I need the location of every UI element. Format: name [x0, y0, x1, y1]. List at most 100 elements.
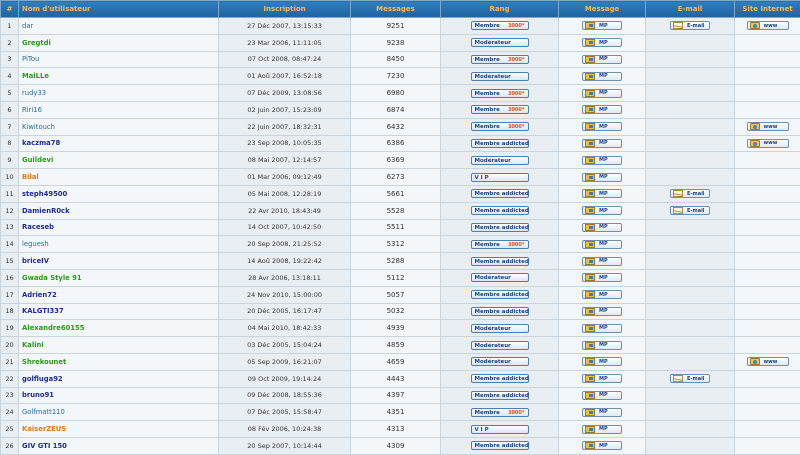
username-link[interactable]: Gregtdi — [18, 33, 219, 52]
send-pm-button[interactable]: MP — [582, 407, 622, 417]
username-link[interactable]: kaczma78 — [18, 134, 219, 153]
username-link[interactable]: Raceseb — [18, 218, 219, 237]
username-text[interactable]: rudy33 — [22, 89, 46, 97]
send-pm-button[interactable]: MP — [582, 390, 622, 400]
send-pm-button[interactable]: MP — [582, 189, 622, 199]
username-link[interactable]: GIV GTI 150 — [18, 436, 219, 455]
username-link[interactable]: KaiserZEUS — [18, 420, 219, 438]
username-text[interactable]: Raceseb — [22, 223, 54, 231]
username-link[interactable]: Bilal — [18, 168, 219, 186]
username-link[interactable]: PiTou — [18, 50, 219, 69]
username-text[interactable]: steph49500 — [22, 190, 67, 198]
row-number: 9 — [0, 151, 19, 170]
username-text[interactable]: Kiwitouch — [22, 123, 55, 131]
col-header-joined[interactable]: Inscription — [218, 0, 351, 18]
col-header-rank[interactable]: Rang — [440, 0, 559, 18]
website-button[interactable]: www — [746, 357, 789, 367]
username-link[interactable]: Alexandre60155 — [18, 319, 219, 338]
username-link[interactable]: Shrekounet — [18, 352, 219, 371]
username-link[interactable]: steph49500 — [18, 184, 219, 203]
send-pm-button[interactable]: MP — [582, 21, 622, 31]
username-text[interactable]: Bilal — [22, 173, 39, 181]
username-link[interactable]: Kiwitouch — [18, 117, 219, 136]
pm-icon — [585, 291, 595, 299]
send-pm-button[interactable]: MP — [582, 323, 622, 333]
send-pm-button[interactable]: MP — [582, 222, 622, 232]
email-button[interactable]: E-mail — [670, 206, 710, 216]
username-text[interactable]: GIV GTI 150 — [22, 442, 67, 450]
email-button[interactable]: E-mail — [670, 189, 710, 199]
website-button[interactable]: www — [746, 21, 789, 31]
username-text[interactable]: briceIV — [22, 257, 49, 265]
send-pm-button[interactable]: MP — [582, 239, 622, 249]
username-link[interactable]: bruno91 — [18, 386, 219, 405]
username-text[interactable]: Golfmatt110 — [22, 408, 65, 416]
send-pm-button[interactable]: MP — [582, 88, 622, 98]
send-pm-button[interactable]: MP — [582, 71, 622, 81]
send-pm-button[interactable]: MP — [582, 38, 622, 48]
username-text[interactable]: dar — [22, 22, 33, 30]
website-button[interactable]: www — [746, 122, 789, 132]
rank-cell: Modérateur — [440, 268, 559, 287]
post-count: 6432 — [350, 117, 441, 136]
send-pm-button[interactable]: MP — [582, 306, 622, 316]
username-link[interactable]: golfluga92 — [18, 369, 219, 388]
col-header-website[interactable]: Site Internet — [734, 0, 800, 18]
username-link[interactable]: leguesh — [18, 235, 219, 254]
username-text[interactable]: leguesh — [22, 240, 49, 248]
username-text[interactable]: golfluga92 — [22, 375, 63, 383]
send-pm-button[interactable]: MP — [582, 441, 622, 451]
pm-cell: MP — [558, 134, 646, 153]
username-link[interactable]: Gwada Style 91 — [18, 268, 219, 287]
rank-badge: Membre 3000* — [470, 407, 529, 417]
col-header-posts[interactable]: Messages — [350, 0, 441, 18]
send-pm-button[interactable]: MP — [582, 374, 622, 384]
col-header-num[interactable]: # — [0, 0, 19, 18]
email-button[interactable]: E-mail — [670, 374, 710, 384]
send-pm-button[interactable]: MP — [582, 105, 622, 115]
username-link[interactable]: DamienR0ck — [18, 201, 219, 220]
send-pm-button[interactable]: MP — [582, 206, 622, 216]
username-link[interactable]: Riri16 — [18, 100, 219, 119]
send-pm-button[interactable]: MP — [582, 290, 622, 300]
email-button[interactable]: E-mail — [670, 21, 710, 31]
send-pm-button[interactable]: MP — [582, 357, 622, 367]
username-text[interactable]: Adrien72 — [22, 291, 57, 299]
username-text[interactable]: kaczma78 — [22, 139, 60, 147]
send-pm-button[interactable]: MP — [582, 138, 622, 148]
col-header-username[interactable]: Nom d'utilisateur — [18, 0, 219, 18]
username-link[interactable]: MaiLLe — [18, 67, 219, 86]
username-link[interactable]: briceIV — [18, 252, 219, 270]
username-link[interactable]: Golfmatt110 — [18, 403, 219, 422]
send-pm-button[interactable]: MP — [582, 424, 622, 434]
username-text[interactable]: Kalini — [22, 341, 44, 349]
username-text[interactable]: DamienR0ck — [22, 207, 70, 215]
username-link[interactable]: KALGTI337 — [18, 302, 219, 321]
send-pm-button[interactable]: MP — [582, 273, 622, 283]
username-text[interactable]: bruno91 — [22, 391, 54, 399]
col-header-email[interactable]: E-mail — [645, 0, 735, 18]
username-link[interactable]: dar — [18, 17, 219, 35]
username-link[interactable]: Guildevi — [18, 151, 219, 170]
send-pm-button[interactable]: MP — [582, 122, 622, 132]
username-text[interactable]: Gwada Style 91 — [22, 274, 82, 282]
username-text[interactable]: PiTou — [22, 55, 39, 63]
send-pm-button[interactable]: MP — [582, 256, 622, 266]
username-link[interactable]: rudy33 — [18, 84, 219, 102]
username-text[interactable]: Alexandre60155 — [22, 324, 84, 332]
username-text[interactable]: MaiLLe — [22, 72, 49, 80]
username-link[interactable]: Kalini — [18, 336, 219, 354]
send-pm-button[interactable]: MP — [582, 340, 622, 350]
username-text[interactable]: Shrekounet — [22, 358, 66, 366]
username-text[interactable]: KaiserZEUS — [22, 425, 66, 433]
send-pm-button[interactable]: MP — [582, 54, 622, 64]
username-link[interactable]: Adrien72 — [18, 285, 219, 304]
username-text[interactable]: Riri16 — [22, 106, 42, 114]
username-text[interactable]: KALGTI337 — [22, 307, 64, 315]
username-text[interactable]: Gregtdi — [22, 39, 51, 47]
website-button[interactable]: www — [746, 138, 789, 148]
pm-label: MP — [599, 22, 608, 29]
send-pm-button[interactable]: MP — [582, 155, 622, 165]
username-text[interactable]: Guildevi — [22, 156, 53, 164]
send-pm-button[interactable]: MP — [582, 172, 622, 182]
